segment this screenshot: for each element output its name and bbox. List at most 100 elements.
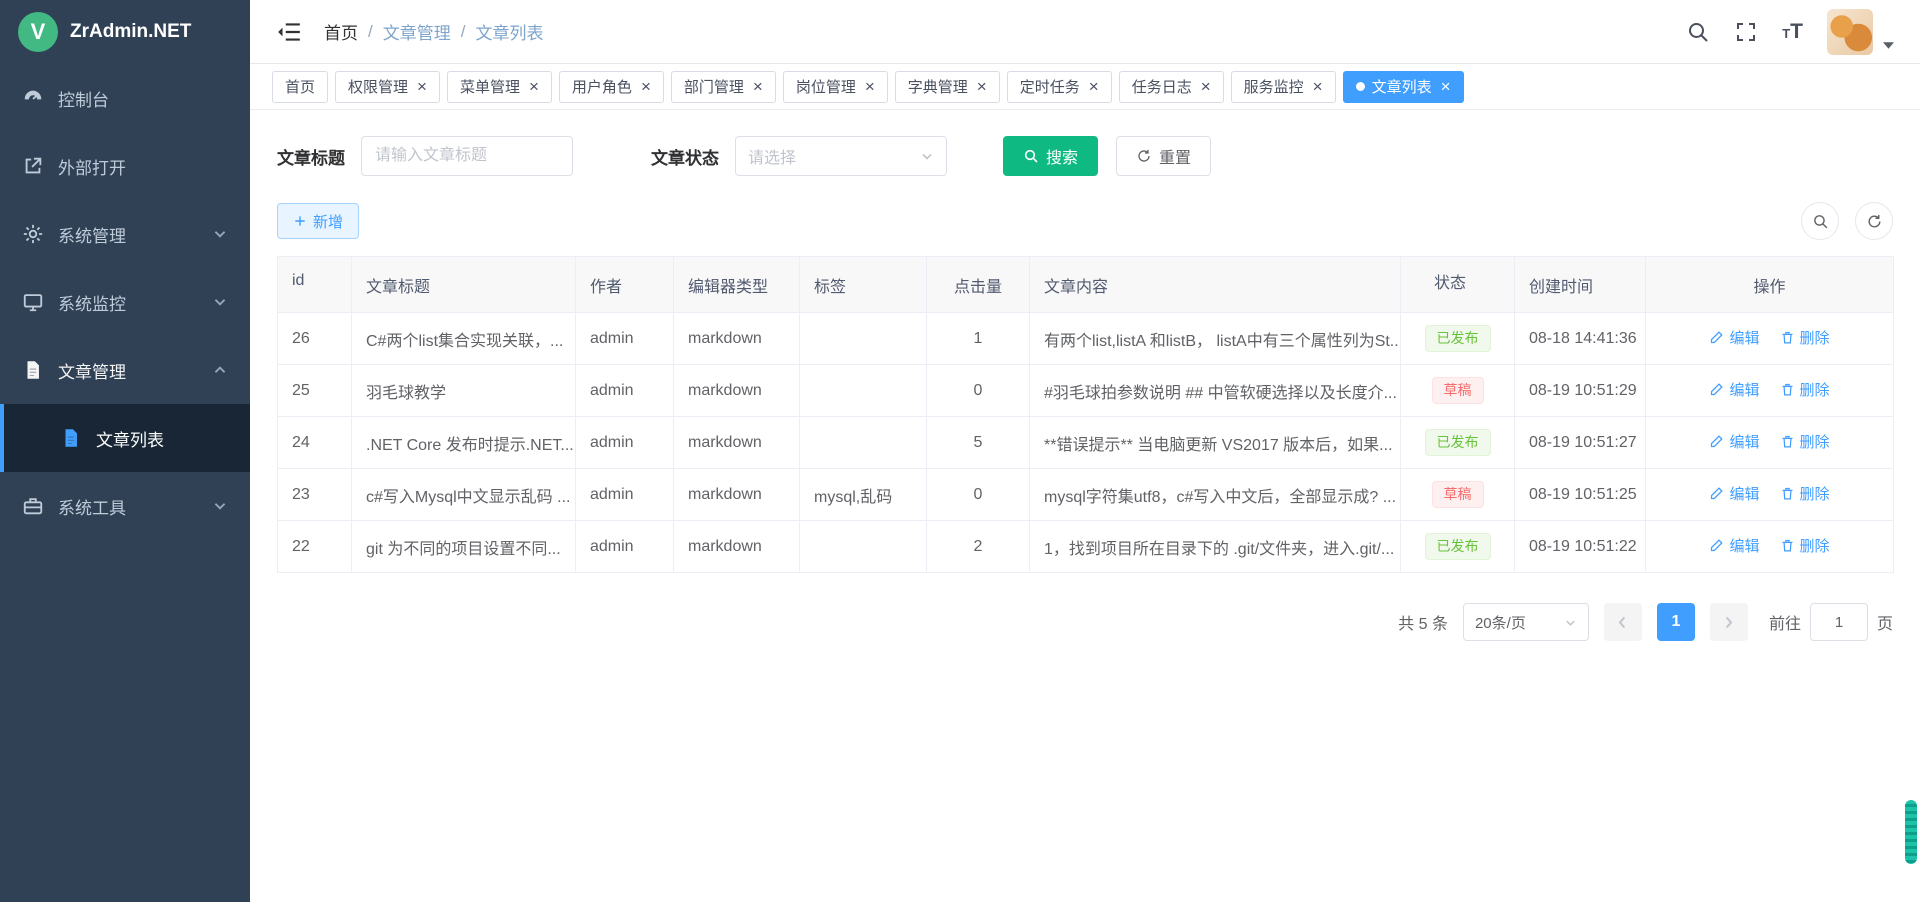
goto-page: 前往 页 [1769,603,1893,641]
close-icon[interactable]: × [863,78,875,95]
cell-content: **错误提示** 当电脑更新 VS2017 版本后，如果... [1030,417,1401,469]
refresh-icon[interactable] [1855,202,1893,240]
close-icon[interactable]: × [527,78,539,95]
tab-label: 首页 [285,76,315,97]
topbar-actions: TT [1686,9,1894,55]
edit-link[interactable]: 编辑 [1709,431,1759,452]
tab-post[interactable]: 岗位管理× [783,71,888,103]
breadcrumb-item-1[interactable]: 文章管理 [383,19,451,44]
delete-link[interactable]: 删除 [1780,431,1830,452]
app-root: V ZrAdmin.NET 控制台外部打开系统管理系统监控文章管理文章列表系统工… [0,0,1920,902]
tab-perm[interactable]: 权限管理 × [335,71,440,103]
page-number-1[interactable]: 1 [1657,603,1695,641]
tags-view: 首页权限管理×菜单管理×用户角色×部门管理×岗位管理×字典管理×定时任务×任务日… [250,64,1920,110]
delete-link[interactable]: 删除 [1780,327,1830,348]
sort-carets[interactable] [311,279,319,297]
close-icon[interactable]: × [1199,78,1211,95]
search-button[interactable]: 搜索 [1003,136,1098,176]
edit-link[interactable]: 编辑 [1709,535,1759,556]
close-icon[interactable]: × [639,78,651,95]
close-icon[interactable]: × [751,78,763,95]
tab-user-role[interactable]: 用户角色× [559,71,664,103]
cell-author: admin [576,313,674,365]
close-icon[interactable]: × [1439,78,1451,95]
page-size-select[interactable]: 20条/页 [1463,603,1589,641]
cell-editor: markdown [674,365,800,417]
sidebar-item-system-monitor[interactable]: 系统监控 [0,268,250,336]
tab-label: 权限管理 [348,76,408,97]
column-header-status[interactable]: 状态 [1401,257,1515,313]
select-placeholder: 请选择 [748,144,796,168]
status-badge: 已发布 [1425,325,1491,353]
close-icon[interactable]: × [1087,78,1099,95]
article-title-input[interactable] [361,136,573,176]
toggle-search-icon[interactable] [1801,202,1839,240]
sidebar-item-external-open[interactable]: 外部打开 [0,132,250,200]
cell-editor: markdown [674,417,800,469]
dashboard-icon [22,87,44,109]
search-icon[interactable] [1686,20,1710,44]
close-icon[interactable]: × [415,78,427,95]
cell-clicks: 1 [927,313,1030,365]
prev-page-button[interactable] [1604,603,1642,641]
edit-link[interactable]: 编辑 [1709,483,1759,504]
tab-menu[interactable]: 菜单管理× [447,71,552,103]
tab-home[interactable]: 首页 [272,71,328,103]
next-page-button[interactable] [1710,603,1748,641]
table-row: 22git 为不同的项目设置不同...adminmarkdown21，找到项目所… [278,521,1894,573]
delete-icon [1780,382,1795,397]
collapse-sidebar-icon[interactable] [276,19,302,45]
edit-icon [1709,382,1724,397]
delete-link[interactable]: 删除 [1780,379,1830,400]
edit-icon [1709,538,1724,553]
close-icon[interactable]: × [975,78,987,95]
tab-dept[interactable]: 部门管理× [671,71,776,103]
sidebar-item-dashboard[interactable]: 控制台 [0,64,250,132]
custom-scrollbar-thumb[interactable] [1905,800,1917,864]
tab-dict[interactable]: 字典管理× [895,71,1000,103]
sidebar-subitem-label: 文章列表 [96,426,164,451]
sidebar: V ZrAdmin.NET 控制台外部打开系统管理系统监控文章管理文章列表系统工… [0,0,250,902]
edit-link[interactable]: 编辑 [1709,327,1759,348]
table-row: 25羽毛球教学adminmarkdown0#羽毛球拍参数说明 ## 中管软硬选择… [278,365,1894,417]
article-status-label: 文章状态 [651,144,719,169]
sidebar-item-article-admin[interactable]: 文章管理 [0,336,250,404]
caret-down-icon[interactable] [1883,42,1894,49]
article-status-select[interactable]: 请选择 [735,136,947,176]
cell-tags [800,313,927,365]
tab-job-log[interactable]: 任务日志× [1119,71,1224,103]
cell-title: 羽毛球教学 [352,365,576,417]
user-avatar[interactable] [1827,9,1873,55]
goto-page-input[interactable] [1810,603,1868,641]
sidebar-item-system-admin[interactable]: 系统管理 [0,200,250,268]
sidebar-subitem-article-list[interactable]: 文章列表 [0,404,250,472]
cell-id: 25 [278,365,352,417]
delete-link[interactable]: 删除 [1780,483,1830,504]
add-button[interactable]: 新增 [277,203,359,239]
column-header-id[interactable]: id [278,257,352,313]
breadcrumb-item-0[interactable]: 首页 [324,19,358,44]
tab-server-monitor[interactable]: 服务监控× [1231,71,1336,103]
fullscreen-icon[interactable] [1734,20,1758,44]
reset-button[interactable]: 重置 [1116,136,1211,176]
cell-author: admin [576,521,674,573]
font-size-icon[interactable]: TT [1782,20,1803,44]
edit-link[interactable]: 编辑 [1709,379,1759,400]
sidebar-item-label: 系统工具 [58,494,126,519]
tab-article-list[interactable]: 文章列表× [1343,71,1464,103]
cell-author: admin [576,417,674,469]
sort-carets[interactable] [1473,282,1481,300]
cell-ops: 编辑删除 [1646,469,1894,521]
tab-job[interactable]: 定时任务× [1007,71,1112,103]
chevron-down-icon [212,294,228,310]
toolbox-icon [22,495,44,517]
cell-created: 08-19 10:51:29 [1515,365,1646,417]
chevron-down-icon [1564,616,1577,629]
sidebar-item-system-tools[interactable]: 系统工具 [0,472,250,540]
delete-link[interactable]: 删除 [1780,535,1830,556]
cell-author: admin [576,469,674,521]
cell-title: c#写入Mysql中文显示乱码 ... [352,469,576,521]
column-header-clicks: 点击量 [927,257,1030,313]
app-logo[interactable]: V ZrAdmin.NET [0,0,250,64]
close-icon[interactable]: × [1311,78,1323,95]
